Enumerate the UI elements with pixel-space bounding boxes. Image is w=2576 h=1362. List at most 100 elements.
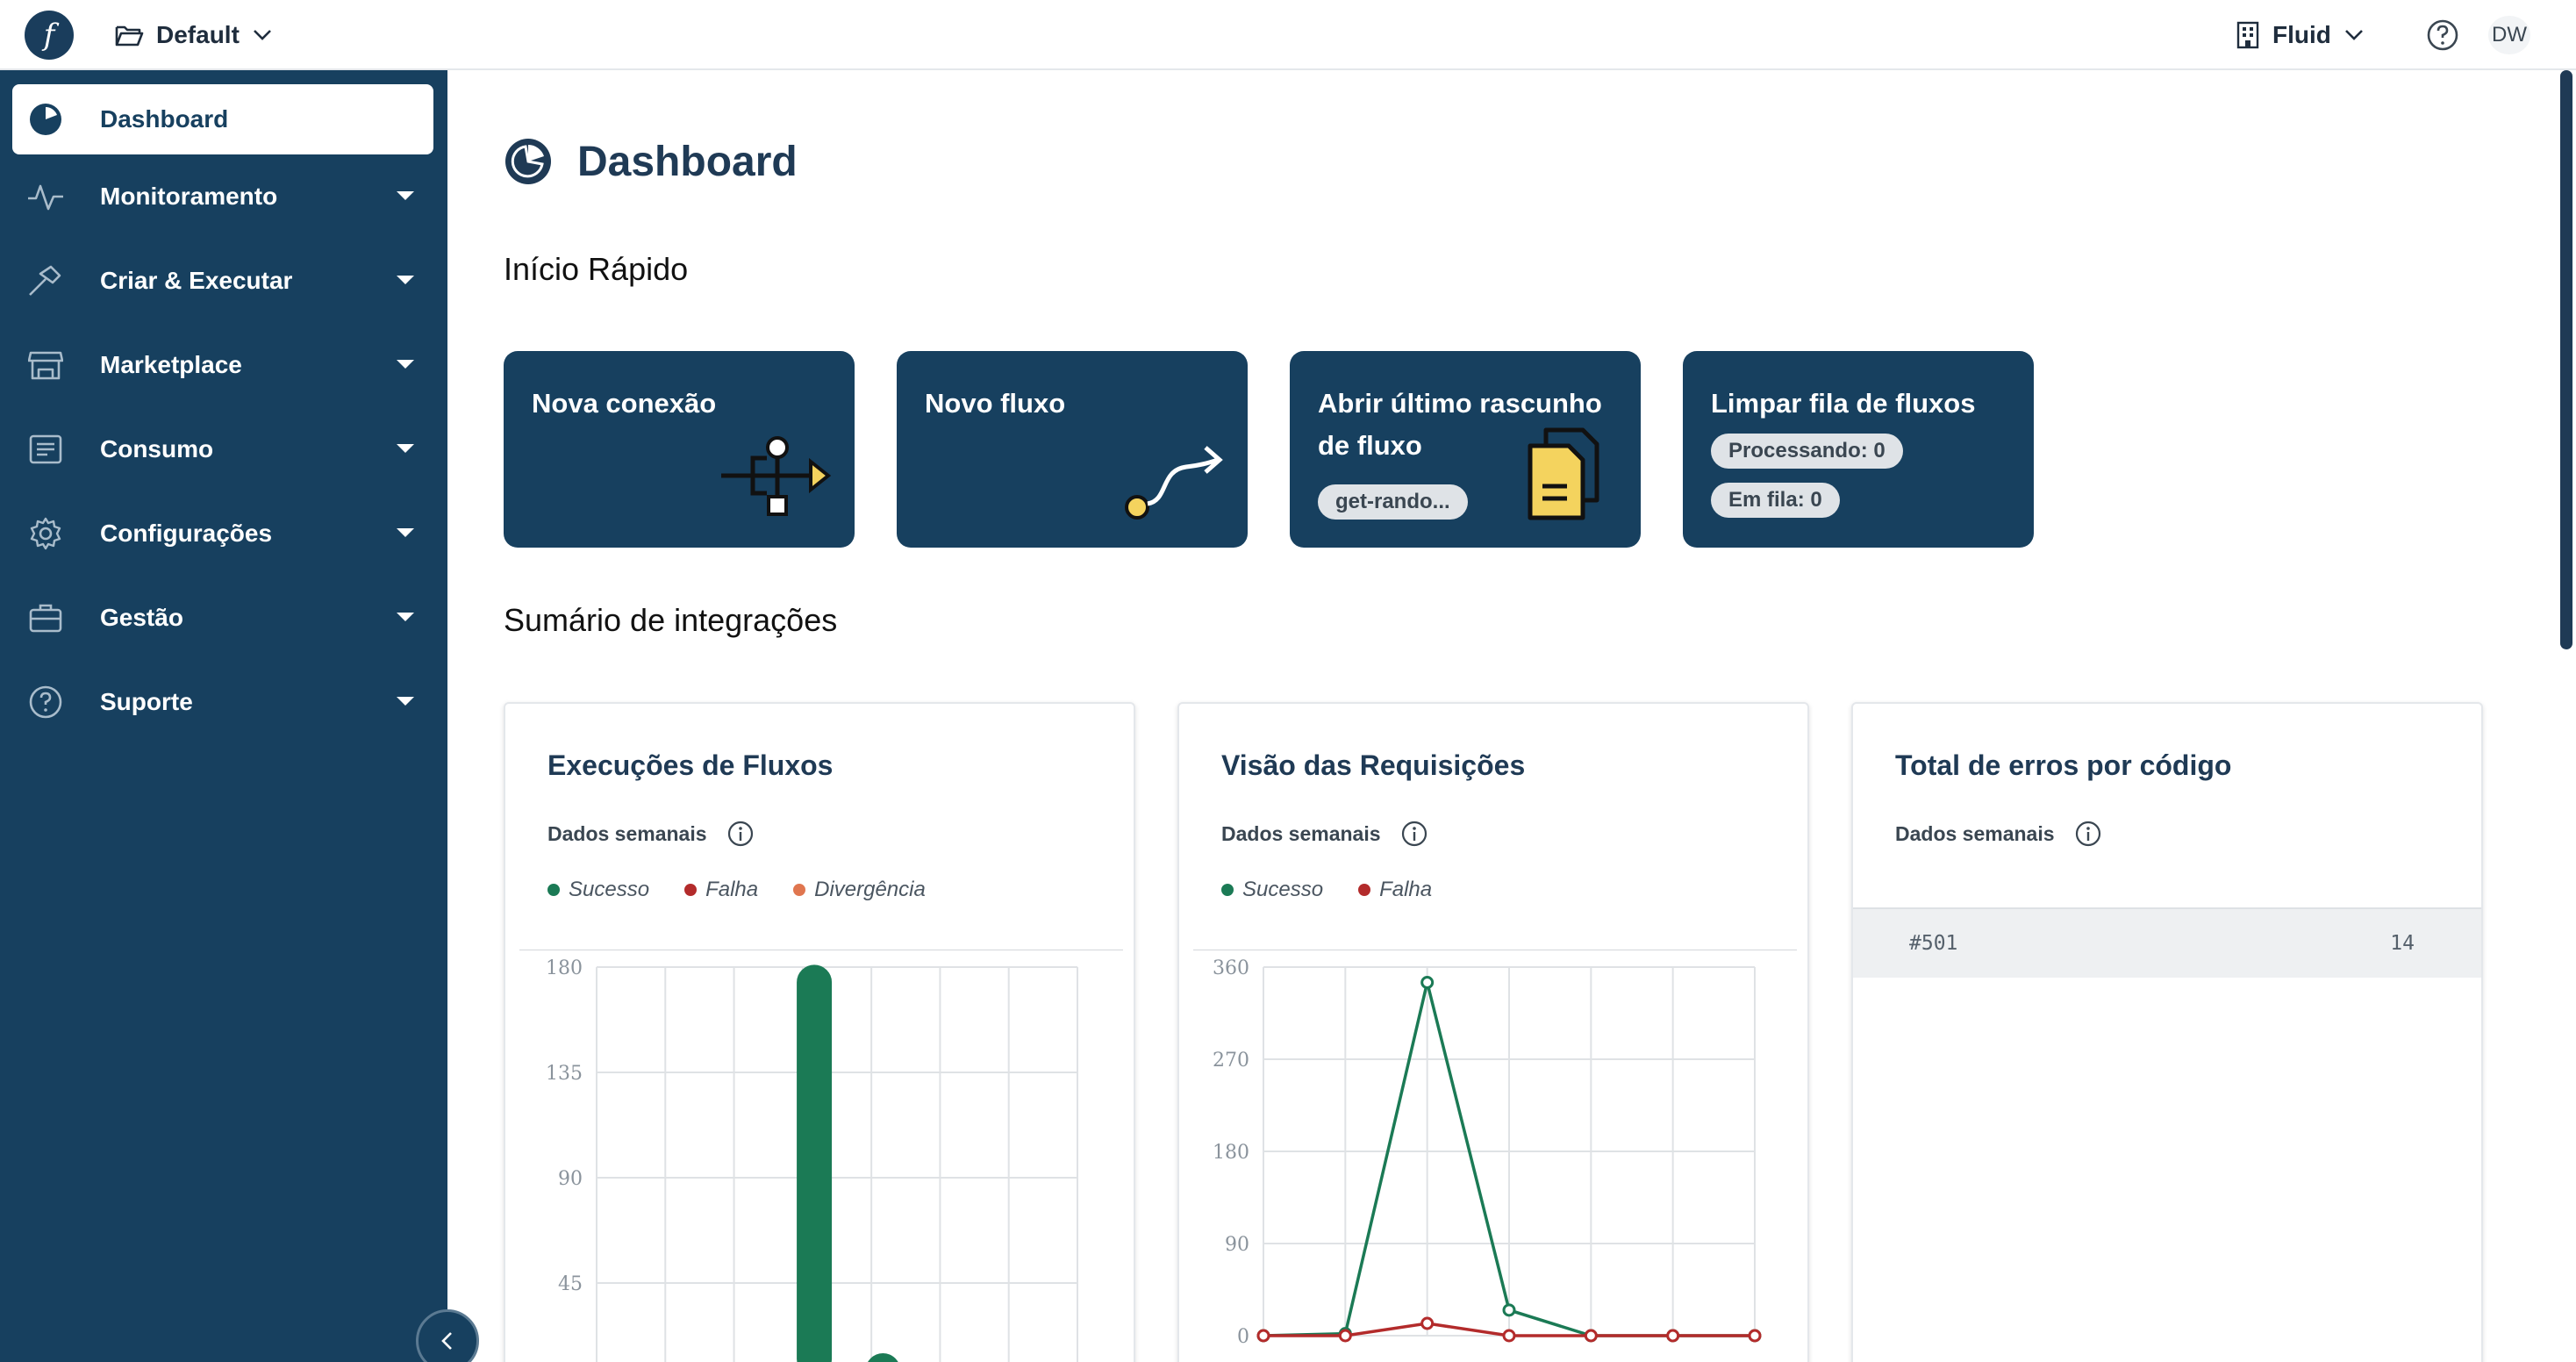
sidebar-item-criar-executar[interactable]: Criar & Executar [12, 246, 433, 316]
y-tick-label: 0 [1237, 1326, 1249, 1348]
y-tick-label: 90 [558, 1168, 583, 1190]
legend-item-failure[interactable]: Falha [1358, 878, 1432, 902]
new-flow-card[interactable]: Novo fluxo [897, 351, 1248, 548]
queued-count-pill: Em fila: 0 [1711, 483, 1840, 518]
main-content: Dashboard Início Rápido Nova conexão Nov… [447, 70, 2553, 1362]
organization-name: Fluid [2272, 21, 2331, 48]
user-initials: DW [2492, 23, 2527, 47]
y-tick-label: 180 [546, 957, 583, 979]
caret-down-icon [397, 191, 414, 200]
legend-label: Sucesso [1242, 878, 1324, 901]
logo-letter: f [43, 18, 55, 53]
sidebar-item-label: Suporte [100, 688, 193, 715]
page-title: Dashboard [504, 137, 798, 186]
legend-item-divergence[interactable]: Divergência [793, 878, 926, 902]
sidebar-item-label: Criar & Executar [100, 267, 293, 294]
gear-icon [26, 514, 65, 553]
top-bar: f Default Fluid DW [0, 0, 2576, 70]
sidebar-item-label: Marketplace [100, 351, 242, 378]
organization-selector[interactable]: Fluid [2236, 18, 2365, 53]
caret-down-icon [397, 276, 414, 284]
y-tick-label: 270 [1213, 1050, 1249, 1072]
new-connection-card[interactable]: Nova conexão [504, 351, 855, 548]
flow-executions-panel: Execuções de Fluxos Dados semanais Suces… [504, 702, 1135, 1362]
quick-start-title: Início Rápido [504, 251, 689, 287]
data-point-falha [1748, 1329, 1762, 1343]
card-label: Novo fluxo [925, 388, 1066, 419]
draft-name-pill: get-rando... [1318, 484, 1468, 520]
caret-down-icon [397, 444, 414, 453]
data-point-falha [1420, 1316, 1435, 1330]
page-scrollbar[interactable] [2560, 70, 2572, 649]
chevron-down-icon [2344, 30, 2363, 40]
panel-title: Total de erros por código [1895, 749, 2232, 781]
sidebar-item-marketplace[interactable]: Marketplace [12, 330, 433, 400]
help-icon[interactable] [2425, 18, 2460, 53]
panel-subtitle: Dados semanais [1221, 820, 1428, 848]
panel-subtitle-text: Dados semanais [1221, 821, 1381, 845]
data-point-falha [1666, 1329, 1680, 1343]
data-point-falha [1338, 1329, 1352, 1343]
sidebar-item-gestao[interactable]: Gestão [12, 583, 433, 653]
caret-down-icon [397, 360, 414, 369]
legend-item-success[interactable]: Sucesso [1221, 878, 1323, 902]
sidebar-item-label: Monitoramento [100, 183, 278, 210]
open-last-draft-card[interactable]: Abrir último rascunho de fluxo get-rando… [1290, 351, 1641, 548]
app-logo[interactable]: f [25, 11, 74, 60]
page-title-text: Dashboard [577, 138, 798, 185]
sidebar-item-monitoramento[interactable]: Monitoramento [12, 161, 433, 232]
chart-legend: Sucesso Falha [1221, 878, 1432, 902]
hammer-icon [26, 262, 65, 300]
legend-item-success[interactable]: Sucesso [547, 878, 649, 902]
legend-label: Falha [1379, 878, 1433, 901]
error-code-row[interactable]: #501 14 [1853, 907, 2481, 978]
sidebar-item-suporte[interactable]: Suporte [12, 667, 433, 737]
clear-flow-queue-card[interactable]: Limpar fila de fluxos Processando: 0 Em … [1683, 351, 2034, 548]
summary-title: Sumário de integrações [504, 602, 838, 638]
legend-item-failure[interactable]: Falha [684, 878, 758, 902]
store-icon [26, 346, 65, 384]
folder-open-icon [115, 25, 144, 47]
usb-icon [721, 436, 832, 516]
legend-label: Sucesso [569, 878, 650, 901]
sidebar-item-dashboard[interactable]: Dashboard [12, 84, 433, 154]
activity-icon [26, 177, 65, 216]
chevron-down-icon [253, 30, 271, 40]
y-tick-label: 360 [1213, 957, 1249, 979]
help-circle-icon [26, 683, 65, 721]
flow-executions-chart: 18013590450 [519, 950, 1123, 1362]
caret-down-icon [397, 613, 414, 621]
bar-sucesso [797, 964, 833, 1362]
data-point-falha [1256, 1329, 1270, 1343]
y-tick-label: 180 [1213, 1142, 1249, 1164]
pie-chart-icon [26, 100, 65, 139]
processing-count-pill: Processando: 0 [1711, 434, 1903, 469]
flow-route-icon [1125, 446, 1223, 520]
workspace-name: Default [156, 21, 240, 48]
info-icon[interactable] [2074, 820, 2102, 848]
sidebar-item-label: Configurações [100, 520, 273, 547]
y-tick-label: 45 [558, 1273, 583, 1295]
panel-subtitle: Dados semanais [547, 820, 755, 848]
data-point-sucesso [1420, 976, 1435, 989]
panel-title: Execuções de Fluxos [547, 749, 834, 781]
chart-legend: Sucesso Falha Divergência [547, 878, 926, 902]
info-icon[interactable] [1400, 820, 1428, 848]
y-tick-label: 135 [546, 1063, 583, 1085]
data-point-sucesso [1502, 1303, 1516, 1317]
caret-down-icon [397, 697, 414, 706]
sidebar-item-configuracoes[interactable]: Configurações [12, 498, 433, 569]
sidebar-item-consumo[interactable]: Consumo [12, 414, 433, 484]
pie-chart-icon [505, 139, 551, 184]
user-avatar[interactable]: DW [2488, 16, 2530, 54]
workspace-selector[interactable]: Default [114, 18, 273, 53]
error-code: #501 [1909, 932, 1958, 955]
panel-title: Visão das Requisições [1221, 749, 1526, 781]
briefcase-icon [26, 599, 65, 637]
building-icon [2236, 21, 2259, 49]
sidebar-item-label: Gestão [100, 604, 183, 631]
document-copy-icon [1528, 427, 1599, 520]
info-icon[interactable] [726, 820, 755, 848]
receipt-icon [26, 430, 65, 469]
card-label: Limpar fila de fluxos [1711, 388, 1976, 419]
